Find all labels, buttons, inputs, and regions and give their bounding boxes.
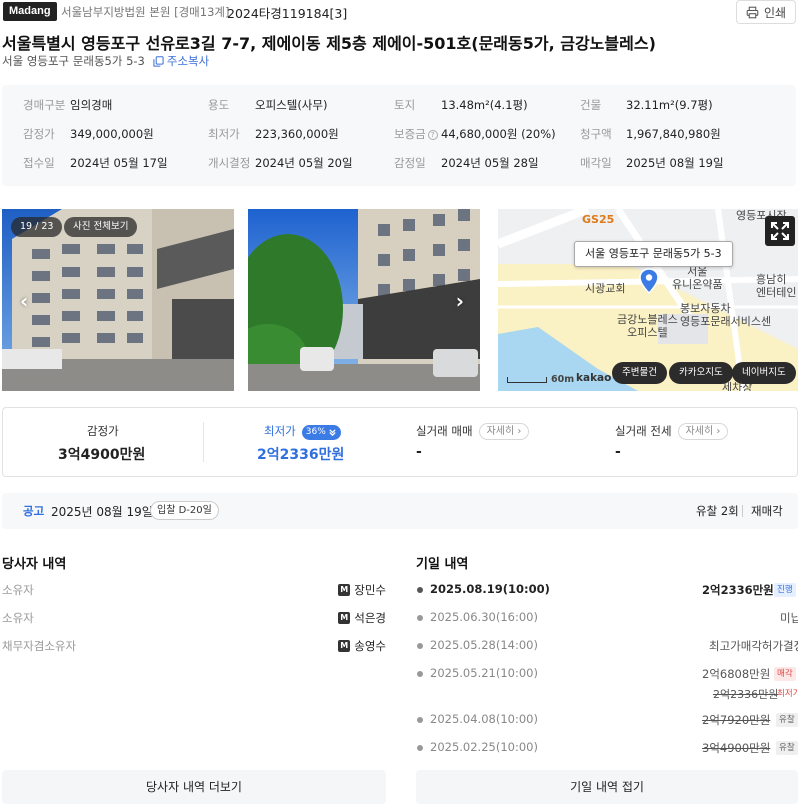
min-percent-badge: 36% [301, 424, 341, 440]
notice-label: 공고 [23, 504, 45, 518]
map-scale-bar [507, 377, 547, 383]
chevron-right-icon[interactable]: › [456, 289, 464, 313]
member-badge-icon: M [338, 612, 351, 624]
short-address: 서울 영등포구 문래동5가 5-3 [2, 54, 145, 68]
date-subrow: 2억2336만원 최저가 [713, 688, 798, 701]
date-row: 2025.02.25(10:00) 3억4900만원 유찰 [416, 738, 798, 758]
kakao-logo: kakao [576, 372, 612, 384]
timeline-dot [417, 745, 423, 751]
printer-icon [746, 6, 759, 18]
info-row-1: 경매구분 임의경매 용도 오피스텔(사무) 토지 13.48m²(4.1평) 건물 32… [23, 98, 713, 112]
chevron-left-icon[interactable]: ‹ [20, 289, 28, 313]
party-row: 소유자 M 석은경 [2, 611, 386, 625]
property-photo-1[interactable]: 19 / 23 사진 전체보기 ‹ [2, 209, 234, 391]
expand-icon [771, 222, 789, 240]
view-all-photos-button[interactable]: 사진 전체보기 [64, 217, 138, 237]
member-badge-icon: M [338, 584, 351, 596]
short-address-row: 서울 영등포구 문래동5가 5-3 주소복사 [2, 53, 209, 69]
map-pin-icon [639, 268, 659, 294]
date-row: 2025.06.30(16:00) 미납 [416, 608, 798, 628]
party-row: 채무자겸소유자 M 송영수 [2, 639, 386, 653]
status-badge: 유찰 [776, 713, 798, 727]
trade-jeonse: 실거래 전세 자세히 › - [615, 408, 795, 476]
top-bar: Madang 서울남부지방법원 본원 [경매13계] 2024타경119184[… [0, 0, 798, 26]
dates-collapse-button[interactable]: 기일 내역 접기 [416, 770, 798, 804]
help-icon[interactable]: ? [427, 130, 438, 140]
map-label-right: 흥남히 엔터테인 [756, 273, 797, 299]
status-badge: 매각 [774, 667, 796, 681]
status-badge: 진행 [774, 583, 796, 597]
trade-jeonse-detail-button[interactable]: 자세히 › [677, 423, 729, 440]
party-row: 소유자 M 장민수 [2, 583, 386, 597]
map-label-pharmacy: 서울 유니온약품 [672, 265, 723, 291]
map-label-church: 시광교회 [585, 282, 626, 295]
location-map[interactable]: GS25 영등포시장 시광교회 서울 유니온약품 금강노블레스 오피스텔 봉보자… [498, 209, 798, 391]
appraisal-price: 감정가 3억4900만원 [58, 424, 146, 463]
trade-sale: 실거래 매매 자세히 › - [416, 408, 606, 476]
map-scale-label: 60m [551, 374, 575, 385]
nearby-items-button[interactable]: 주변물건 [612, 362, 667, 384]
auction-info-panel: 경매구분 임의경매 용도 오피스텔(사무) 토지 13.48m²(4.1평) 건물 32… [2, 85, 796, 186]
naver-map-button[interactable]: 네이버지도 [732, 362, 796, 384]
timeline-dot [417, 643, 423, 649]
map-label-building: 금강노블레스 오피스텔 [617, 313, 678, 339]
date-row: 2025.08.19(10:00) 2억2336만원 진행 [416, 580, 798, 600]
fail-count: 유찰 2회 [696, 504, 739, 518]
kakao-map-button[interactable]: 카카오지도 [669, 362, 733, 384]
timeline-dot [417, 671, 423, 677]
status-badge: 유찰 [776, 741, 798, 755]
parties-title: 당사자 내역 [2, 557, 67, 572]
timeline-dot [417, 717, 423, 723]
member-badge-icon: M [338, 640, 351, 652]
trade-sale-detail-button[interactable]: 자세히 › [478, 423, 530, 440]
date-row: 2025.05.28(14:00) 최고가매각허가결정 [416, 636, 798, 656]
notice-bar: 공고 2025년 08월 19일 입찰 D-20일 유찰 2회 재매각 [2, 493, 798, 529]
copy-address-label: 주소복사 [166, 54, 210, 68]
map-address-popup: 서울 영등포구 문래동5가 5-3 [574, 241, 733, 267]
timeline-dot [417, 587, 423, 593]
info-row-2: 감정가 349,000,000원 최저가 223,360,000원 보증금? 44,6… [23, 127, 721, 141]
price-summary: 감정가 3억4900만원 최저가 36% 2억2336만원 실거래 매매 자세히 ›… [2, 407, 798, 477]
photo-2-image [248, 209, 480, 391]
copy-icon [153, 55, 164, 67]
dday-badge: 입찰 D-20일 [150, 501, 219, 520]
date-row: 2025.05.21(10:00) 2억6808만원 매각 [416, 664, 798, 684]
print-button[interactable]: 인쇄 [736, 0, 796, 24]
resale-label: 재매각 [751, 504, 783, 518]
parties-more-button[interactable]: 당사자 내역 더보기 [2, 770, 386, 804]
timeline-dot [417, 615, 423, 621]
madang-logo[interactable]: Madang [3, 2, 57, 21]
property-photo-2[interactable]: › [248, 209, 480, 391]
map-expand-button[interactable] [765, 216, 795, 246]
copy-address-button[interactable]: 주소복사 [153, 53, 209, 69]
property-title: 서울특별시 영등포구 선유로3길 7-7, 제에이동 제5층 제에이-501호(… [2, 34, 656, 53]
print-label: 인쇄 [763, 5, 787, 20]
photo-counter: 19 / 23 [11, 217, 63, 237]
notice-date: 2025년 08월 19일 [51, 505, 153, 519]
info-row-3: 접수일 2024년 05월 17일 개시결정 2024년 05월 20일 감정일 20… [23, 156, 724, 170]
date-row: 2025.04.08(10:00) 2억7920만원 유찰 [416, 710, 798, 730]
map-label-service: 봉보자동차 영등포문래서비스센 [680, 302, 772, 328]
minimum-price: 최저가 36% 2억2336만원 [257, 424, 345, 463]
double-chevron-down-icon [329, 428, 336, 436]
dates-title: 기일 내역 [416, 557, 469, 572]
case-number: 2024타경119184[3] [227, 6, 348, 21]
court-name: 서울남부지방법원 본원 [경매13계] [61, 5, 230, 19]
map-label-gs25: GS25 [582, 213, 615, 226]
divider [742, 505, 743, 517]
